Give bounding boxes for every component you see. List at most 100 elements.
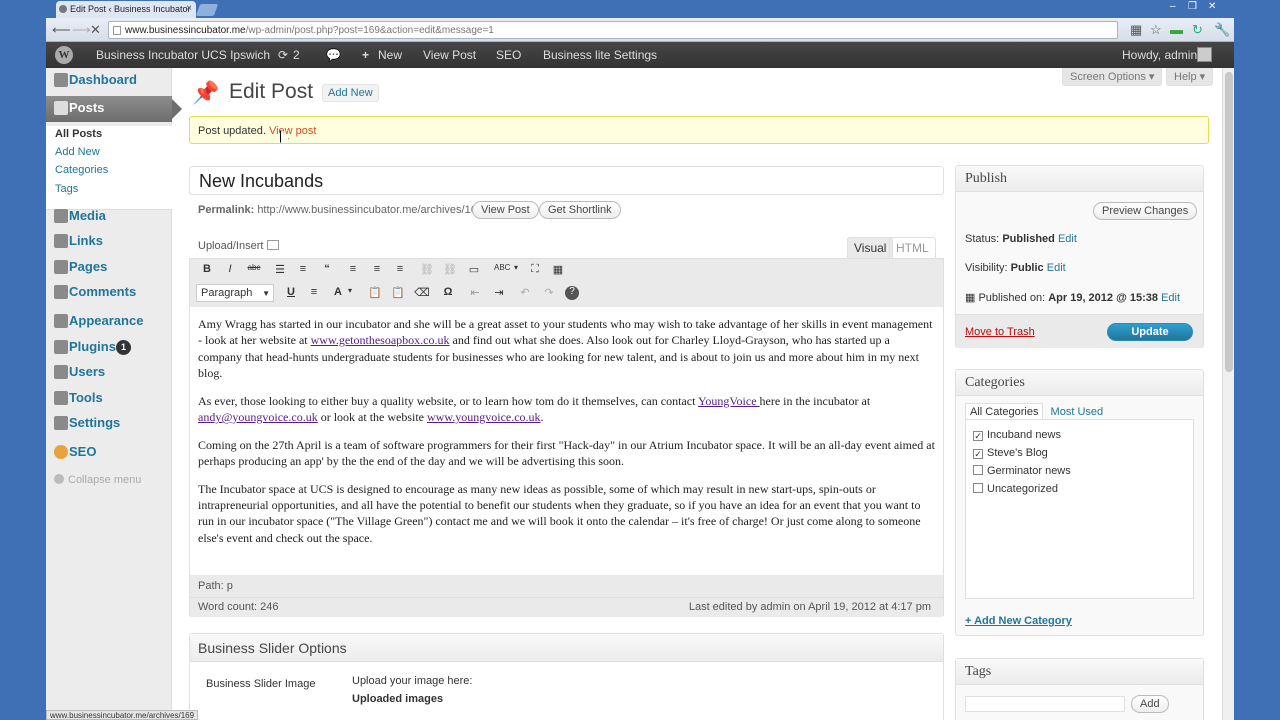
numbered-list-icon[interactable]: ≡ — [295, 263, 311, 278]
fullscreen-icon[interactable]: ⛶ — [527, 263, 543, 278]
rss-icon[interactable]: ▦ — [1130, 22, 1142, 38]
tab-most-used[interactable]: Most Used — [1047, 404, 1108, 420]
permalink-url[interactable]: http://www.businessincubator.me/archives… — [257, 204, 483, 216]
bullet-list-icon[interactable]: ☰ — [272, 263, 288, 278]
scrollbar-thumb[interactable] — [1225, 72, 1233, 372]
category-item[interactable]: Germinator news — [973, 465, 1071, 477]
more-tag-icon[interactable]: ▭ — [466, 263, 482, 278]
collapse-menu[interactable]: Collapse menu — [54, 474, 141, 486]
menu-comments[interactable]: Comments — [46, 280, 172, 304]
checkbox-checked[interactable]: ✓ — [973, 449, 983, 459]
sync-icon[interactable]: ↻ — [1192, 22, 1203, 38]
kitchen-sink-icon[interactable]: ▦ — [550, 263, 566, 278]
publish-heading[interactable]: Publish — [956, 166, 1203, 192]
seo-link[interactable]: SEO — [496, 48, 521, 62]
move-to-trash-link[interactable]: Move to Trash — [965, 326, 1035, 338]
submenu-add-new[interactable]: Add New — [55, 146, 100, 158]
category-item[interactable]: ✓ Steve's Blog — [973, 447, 1048, 459]
menu-dashboard[interactable]: Dashboard — [46, 68, 172, 92]
plus-icon[interactable]: + — [362, 48, 369, 62]
checkbox-unchecked[interactable] — [973, 483, 983, 493]
back-icon[interactable]: ⟵ — [52, 22, 71, 38]
email-link[interactable]: andy@youngvoice.co.uk — [198, 410, 318, 424]
underline-icon[interactable]: U — [283, 286, 299, 301]
paste-word-icon[interactable]: 📋 — [390, 286, 406, 301]
tags-input[interactable] — [965, 696, 1125, 712]
editor-content[interactable]: Amy Wragg has started in our incubator a… — [190, 307, 943, 575]
stop-icon[interactable]: ✕ — [90, 22, 101, 38]
date-edit-link[interactable]: Edit — [1161, 292, 1180, 304]
update-button[interactable]: Update — [1107, 323, 1193, 341]
upload-insert[interactable]: Upload/Insert — [198, 240, 280, 252]
forward-icon[interactable]: ⟶ — [72, 22, 91, 38]
blockquote-icon[interactable]: “ — [319, 263, 335, 278]
redo-icon[interactable]: ↷ — [541, 286, 557, 301]
align-center-icon[interactable]: ≡ — [369, 263, 385, 278]
youngvoice-site-link[interactable]: www.youngvoice.co.uk — [427, 410, 541, 424]
wordpress-logo-icon[interactable]: W — [55, 46, 73, 64]
tab-visual[interactable]: Visual — [847, 237, 894, 258]
text-color-dropdown-icon[interactable]: ▾ — [342, 286, 358, 301]
minimize-button[interactable]: – — [1170, 1, 1176, 12]
browser-tab[interactable]: Edit Post ‹ Business Incubator × — [56, 1, 196, 18]
site-name-link[interactable]: Business Incubator UCS Ipswich — [96, 48, 270, 62]
maximize-button[interactable]: ❐ — [1188, 1, 1197, 12]
align-right-icon[interactable]: ≡ — [392, 263, 408, 278]
new-tab-button[interactable] — [195, 4, 219, 16]
menu-pages[interactable]: Pages — [46, 255, 172, 279]
soapbox-link[interactable]: www.getonthesoapbox.co.uk — [311, 333, 450, 347]
youngvoice-link[interactable]: YoungVoice — [698, 394, 760, 408]
page-scrollbar[interactable] — [1222, 68, 1234, 720]
undo-icon[interactable]: ↶ — [517, 286, 533, 301]
menu-links[interactable]: Links — [46, 229, 172, 253]
category-item[interactable]: ✓ Incuband news — [973, 429, 1061, 441]
link-icon[interactable]: ⛓ — [419, 263, 435, 278]
align-left-icon[interactable]: ≡ — [345, 263, 361, 278]
preview-changes-button[interactable]: Preview Changes — [1093, 202, 1198, 220]
address-bar[interactable]: www.businessincubator.me/wp-admin/post.p… — [108, 21, 1118, 39]
menu-posts[interactable]: Posts — [46, 96, 182, 122]
menu-plugins[interactable]: Plugins 1 — [46, 335, 172, 359]
menu-users[interactable]: Users — [46, 360, 172, 384]
get-shortlink-button[interactable]: Get Shortlink — [539, 201, 621, 219]
bookmark-star-icon[interactable]: ☆ — [1150, 22, 1162, 38]
comments-bubble-icon[interactable]: 💬 — [326, 48, 341, 62]
avatar[interactable] — [1197, 47, 1212, 62]
close-window-button[interactable]: ✕ — [1208, 1, 1216, 12]
menu-seo[interactable]: SEO — [46, 440, 172, 464]
menu-settings[interactable]: Settings — [46, 411, 172, 435]
justify-icon[interactable]: ≡ — [306, 286, 322, 301]
italic-icon[interactable]: I — [222, 263, 238, 278]
media-upload-icon[interactable] — [267, 240, 280, 250]
categories-heading[interactable]: Categories — [956, 370, 1203, 396]
new-content-link[interactable]: New — [378, 48, 402, 62]
indent-icon[interactable]: ⇥ — [491, 286, 507, 301]
format-select[interactable]: Paragraph ▼ — [196, 284, 274, 302]
checkbox-unchecked[interactable] — [973, 465, 983, 475]
updates-count[interactable]: 2 — [293, 48, 300, 62]
category-item[interactable]: Uncategorized — [973, 483, 1058, 495]
view-post-button[interactable]: View Post — [472, 201, 539, 219]
tab-html[interactable]: HTML — [889, 237, 936, 258]
submenu-all-posts[interactable]: All Posts — [55, 128, 102, 140]
remove-format-icon[interactable]: ⌫ — [414, 286, 430, 301]
unlink-icon[interactable]: ⛓ — [442, 263, 458, 278]
tab-all-categories[interactable]: All Categories — [965, 403, 1044, 420]
post-title-input[interactable]: New Incubands — [189, 166, 944, 195]
menu-tools[interactable]: Tools — [46, 386, 172, 410]
special-character-icon[interactable]: Ω — [440, 286, 456, 301]
strikethrough-icon[interactable]: abc — [246, 263, 262, 278]
add-new-category-link[interactable]: + Add New Category — [965, 615, 1072, 627]
status-edit-link[interactable]: Edit — [1058, 233, 1077, 245]
view-post-notice-link[interactable]: View post — [269, 125, 317, 137]
theme-settings-link[interactable]: Business lite Settings — [543, 48, 657, 62]
updates-icon[interactable]: ⟳ — [278, 48, 288, 62]
visibility-edit-link[interactable]: Edit — [1047, 262, 1066, 274]
slider-options-heading[interactable]: Business Slider Options — [190, 634, 943, 662]
close-tab-icon[interactable]: × — [186, 3, 192, 14]
extension-icon[interactable]: ▬ — [1170, 22, 1183, 37]
paste-text-icon[interactable]: 📋 — [367, 286, 383, 301]
menu-appearance[interactable]: Appearance — [46, 309, 172, 333]
view-post-link[interactable]: View Post — [423, 48, 476, 62]
menu-media[interactable]: Media — [46, 204, 172, 228]
